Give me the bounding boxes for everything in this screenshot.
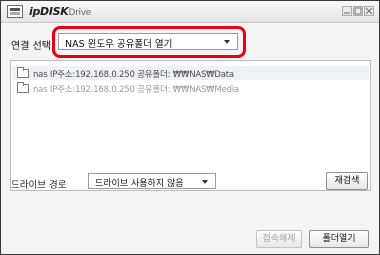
maximize-icon[interactable]: [353, 6, 363, 16]
drive-path-select[interactable]: 드라이브 사용하지 않음: [88, 173, 216, 189]
list-item-label: nas IP주소:192.168.0.250 공유폴더: ₩₩NAS₩Media: [33, 85, 239, 95]
ipdisk-drive-window: ipDISKDrive 연결 선택 NAS 윈도우 공유폴더 열기 nas IP…: [0, 0, 380, 255]
open-folder-button[interactable]: 폴더열기: [309, 230, 369, 248]
shared-folder-list[interactable]: nas IP주소:192.168.0.250 공유폴더: ₩₩NAS₩Data …: [10, 60, 371, 191]
rescan-button[interactable]: 재검색: [326, 172, 368, 190]
app-icon: [7, 5, 23, 18]
close-icon[interactable]: [364, 6, 374, 16]
highlight-annotation: [52, 26, 246, 58]
window-title: ipDISKDrive: [29, 5, 91, 18]
list-item-label: nas IP주소:192.168.0.250 공유폴더: ₩₩NAS₩Data: [33, 70, 234, 80]
title-sub: Drive: [68, 8, 92, 18]
chevron-down-icon: [202, 180, 208, 184]
folder-icon: [17, 82, 29, 93]
disconnect-button[interactable]: 접속해제: [256, 230, 302, 248]
minimize-icon[interactable]: [342, 6, 352, 16]
drive-path-label: 드라이브 경로: [11, 180, 67, 191]
title-bar: ipDISKDrive: [1, 1, 379, 23]
connection-label: 연결 선택: [11, 41, 51, 52]
drive-path-select-value: 드라이브 사용하지 않음: [95, 179, 184, 189]
title-brand: ipDISK: [29, 5, 69, 18]
list-item[interactable]: nas IP주소:192.168.0.250 공유폴더: ₩₩NAS₩Data: [12, 66, 369, 80]
folder-icon: [17, 67, 29, 78]
list-item[interactable]: nas IP주소:192.168.0.250 공유폴더: ₩₩NAS₩Media: [12, 81, 369, 95]
